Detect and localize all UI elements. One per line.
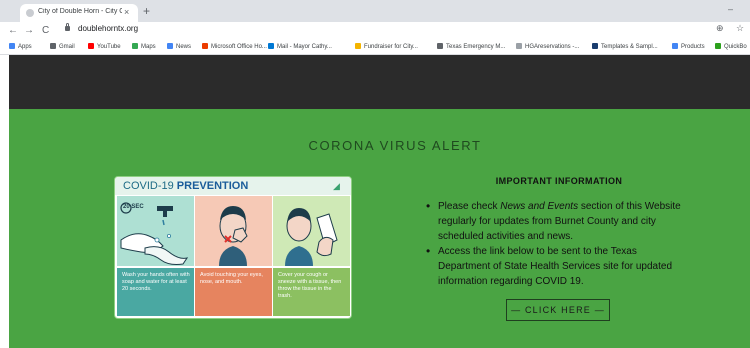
bookmark-item[interactable]: Fundraiser for City... — [355, 43, 418, 50]
bookmark-item[interactable]: Templates & Sampl... — [592, 43, 658, 50]
tab-title: City of Double Horn - City Govern — [38, 8, 122, 15]
bookmark-label: Texas Emergency M... — [446, 44, 506, 50]
bookmark-item[interactable]: Texas Emergency M... — [437, 43, 505, 50]
bookmark-favicon-icon — [592, 43, 598, 49]
lock-icon — [65, 23, 70, 31]
caption-avoid-touching: Avoid touching your eyes, nose, and mout… — [195, 268, 272, 316]
timer-label: 20 SEC — [123, 204, 144, 210]
bookmark-item[interactable]: Gmail — [50, 43, 75, 50]
bookmark-label: Apps — [18, 44, 32, 50]
bookmark-favicon-icon — [437, 43, 443, 49]
bookmark-item[interactable]: QuickBo — [715, 43, 747, 50]
poster-title: COVID-19 PREVENTION — [123, 180, 249, 192]
poster-header: COVID-19 PREVENTION ◢ — [115, 177, 351, 195]
forward-button[interactable]: → — [24, 25, 34, 37]
bookmark-item[interactable]: Microsoft Office Ho... — [202, 43, 267, 50]
bookmark-label: HGAreservations -... — [525, 44, 580, 50]
bookmark-favicon-icon — [202, 43, 208, 49]
important-info-heading: IMPORTANT INFORMATION — [495, 176, 623, 186]
bookmark-item[interactable]: News — [167, 43, 191, 50]
bookmark-favicon-icon — [132, 43, 138, 49]
new-tab-button[interactable]: + — [143, 5, 150, 17]
bookmark-favicon-icon — [167, 43, 173, 49]
bookmark-item[interactable]: Products — [672, 43, 705, 50]
info-bullet-link: Access the link below to be sent to the … — [426, 244, 688, 289]
bookmark-item[interactable]: Mail - Mayor Cathy... — [268, 43, 332, 50]
bookmark-label: Products — [681, 44, 705, 50]
caption-wash: Wash your hands often with soap and wate… — [117, 268, 194, 316]
info-list: Please check News and Events section of … — [426, 199, 688, 289]
bookmark-label: QuickBo — [724, 44, 747, 50]
zoom-icon[interactable]: ⊕ — [716, 23, 724, 34]
covid-prevention-poster: COVID-19 PREVENTION ◢ 20 SEC Wash your h… — [114, 176, 352, 319]
handwash-illustration: 20 SEC — [117, 196, 194, 266]
leaf-icon: ◢ — [333, 181, 340, 191]
alert-heading: CORONA VIRUS ALERT — [308, 138, 482, 153]
news-and-events-text: News and Events — [500, 201, 579, 212]
click-here-button[interactable]: — CLICK HERE — — [506, 299, 610, 321]
favicon-icon — [26, 9, 34, 17]
bookmark-label: Maps — [141, 44, 156, 50]
browser-chrome: City of Double Horn - City Govern × + – … — [0, 0, 750, 55]
face-icon — [219, 206, 248, 266]
tissue-icon — [285, 208, 338, 266]
bookmark-label: News — [176, 44, 192, 50]
bookmark-item[interactable]: HGAreservations -... — [516, 43, 579, 50]
bookmark-label: Microsoft Office Ho... — [211, 44, 267, 50]
bookmark-favicon-icon — [672, 43, 678, 49]
cover-cough-illustration — [273, 196, 350, 266]
site-header-band — [9, 55, 750, 109]
back-button[interactable]: ← — [8, 25, 18, 37]
bookmark-favicon-icon — [516, 43, 522, 49]
bookmark-label: YouTube — [97, 44, 121, 50]
bookmark-favicon-icon — [355, 43, 361, 49]
browser-tab[interactable]: City of Double Horn - City Govern × — [20, 4, 138, 22]
bookmark-favicon-icon — [715, 43, 721, 49]
bookmark-item[interactable]: YouTube — [88, 43, 121, 50]
reload-button[interactable]: C — [42, 25, 49, 37]
bookmark-label: Mail - Mayor Cathy... — [277, 44, 332, 50]
no-touch-face-illustration — [195, 196, 272, 266]
close-tab-icon[interactable]: × — [124, 6, 129, 18]
bookmark-label: Templates & Sampl... — [601, 44, 658, 50]
bookmark-favicon-icon — [9, 43, 15, 49]
bookmarks-bar: Apps Gmail YouTube Maps News Microsoft Office… — [0, 40, 750, 55]
bookmark-item[interactable]: Apps — [9, 43, 32, 50]
minimize-button[interactable]: – — [728, 4, 733, 14]
bookmark-favicon-icon — [268, 43, 274, 49]
bookmark-label: Gmail — [59, 44, 75, 50]
caption-cover-cough: Cover your cough or sneeze with a tissue… — [273, 268, 350, 316]
bookmark-item[interactable]: Maps — [132, 43, 156, 50]
info-bullet-news: Please check News and Events section of … — [426, 199, 688, 244]
bookmark-star-icon[interactable]: ☆ — [736, 23, 744, 34]
bookmark-favicon-icon — [88, 43, 94, 49]
tab-strip: City of Double Horn - City Govern × + – — [0, 0, 750, 22]
address-bar[interactable]: doublehorntx.org — [78, 24, 138, 33]
bookmark-favicon-icon — [50, 43, 56, 49]
bookmark-label: Fundraiser for City... — [364, 44, 418, 50]
